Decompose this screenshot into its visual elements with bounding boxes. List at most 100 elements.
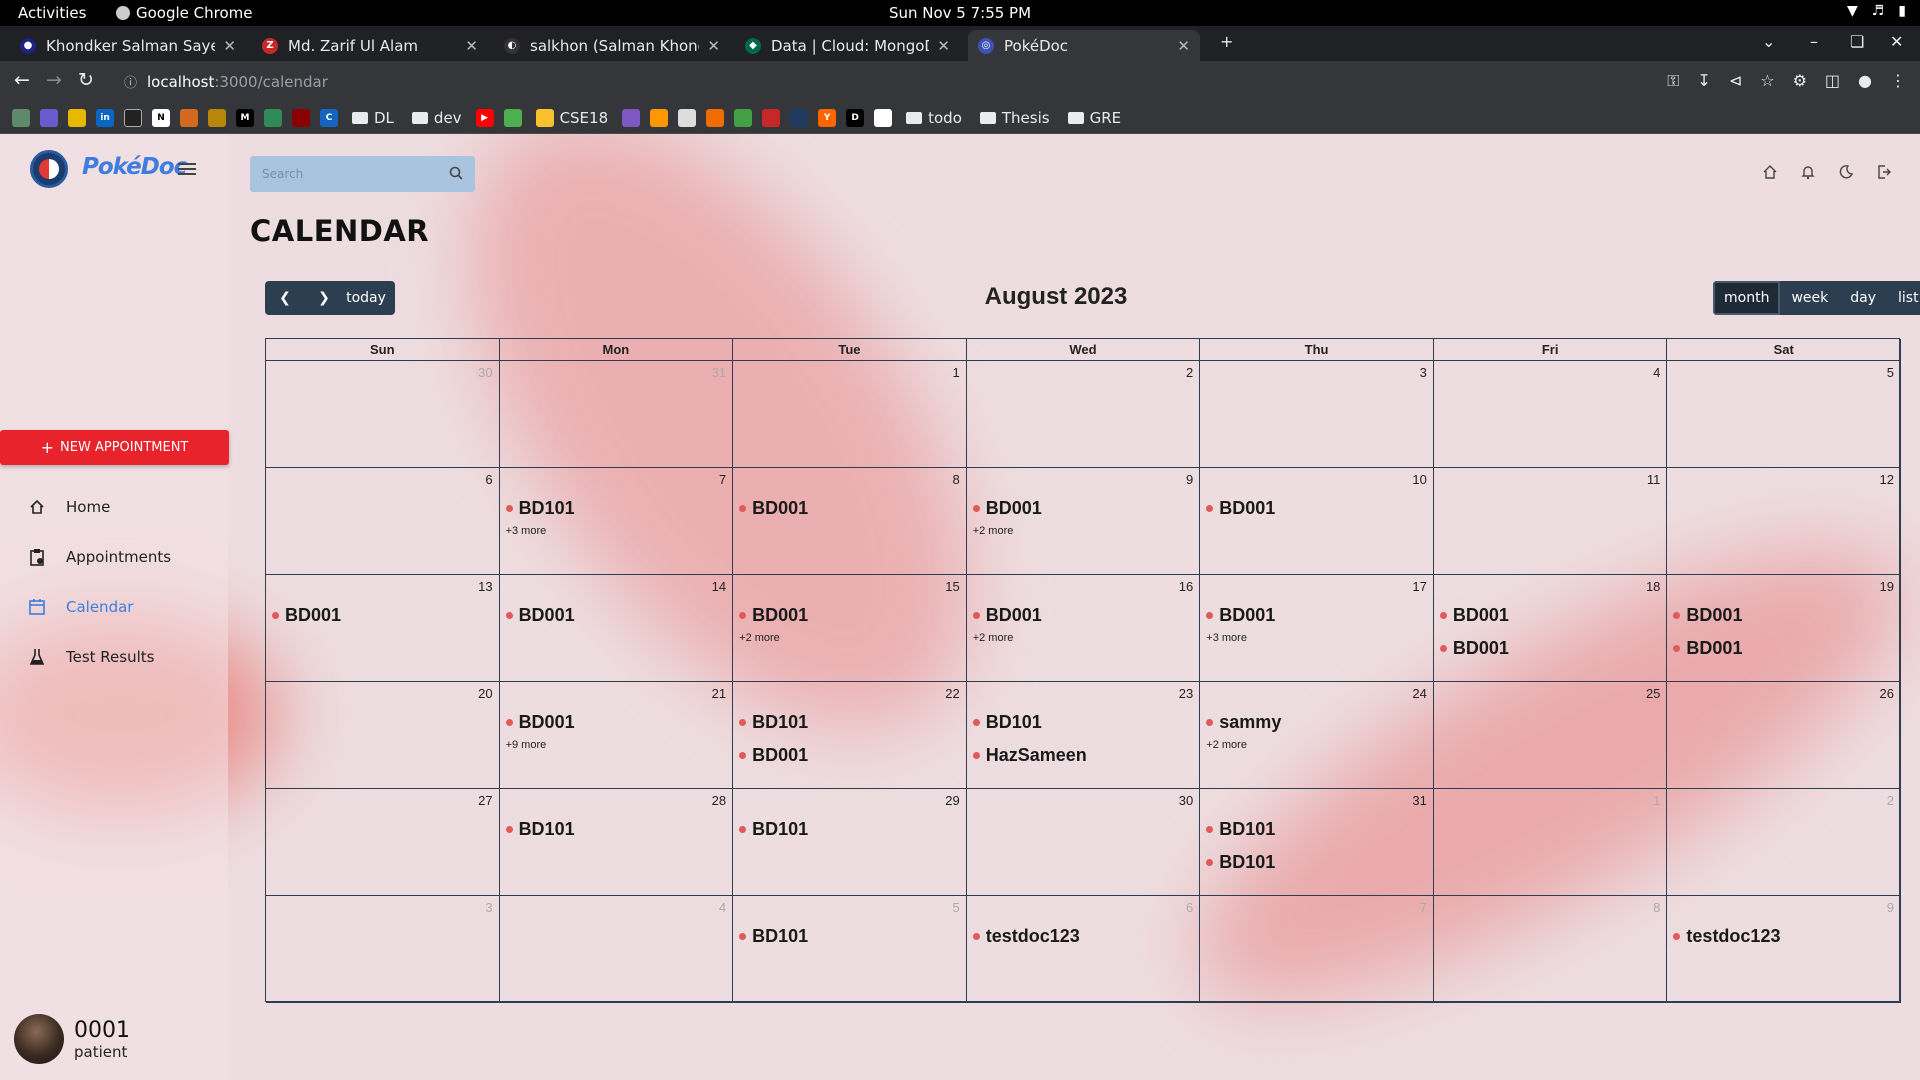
day-number[interactable]: 30 [478,365,492,380]
view-month-button[interactable]: month [1713,281,1781,315]
ycombinator-bookmark-icon[interactable]: Y [818,108,837,127]
day-cell[interactable]: 3 [1200,361,1434,468]
linkedin-bookmark-icon[interactable]: in [96,108,114,127]
day-number[interactable]: 22 [945,686,959,701]
calendar-event[interactable]: BD001 [1673,638,1742,659]
github-bookmark-icon[interactable] [124,108,142,127]
forward-button[interactable]: → [46,69,62,91]
more-events-link[interactable]: +2 more [1206,739,1247,751]
grid-bookmark-icon[interactable] [706,108,725,127]
day-number[interactable]: 9 [1887,900,1894,915]
day-number[interactable]: 24 [1412,686,1426,701]
day-cell[interactable]: 19 BD001 BD001 [1667,575,1901,682]
day-cell[interactable]: 30 [266,361,500,468]
search-field[interactable]: Search [250,156,475,192]
day-number[interactable]: 11 [1647,472,1661,487]
cf-bookmark-icon[interactable] [292,108,310,127]
in-bookmark-icon[interactable] [650,108,669,127]
activities-button[interactable]: Activities [18,4,86,22]
day-cell[interactable]: 5 BD101 [733,896,967,1003]
new-appointment-button[interactable]: + NEW APPOINTMENT [0,430,229,465]
day-cell[interactable]: 8 BD001 [733,468,967,575]
db-bookmark-icon[interactable] [790,108,809,127]
close-window-button[interactable]: ✕ [1890,32,1903,51]
tab-close-icon[interactable]: ✕ [223,37,236,55]
calendar-event[interactable]: BD001 [1439,638,1509,659]
calendar-event[interactable]: BD001 [1206,605,1275,626]
red-bookmark-icon[interactable] [762,108,781,127]
sidebar-item-test-results[interactable]: Test Results [28,642,154,672]
calendar-event[interactable]: testdoc123 [972,926,1080,947]
sidebar-item-calendar[interactable]: Calendar [28,592,133,622]
calendar-event[interactable]: BD001 [1673,605,1742,626]
calendar-event[interactable]: BD001 [505,605,575,626]
dev-bookmark-icon[interactable]: D [846,108,865,127]
day-number[interactable]: 13 [478,579,492,594]
day-cell[interactable]: 2 [1667,789,1901,896]
day-cell[interactable]: 27 [266,789,500,896]
day-number[interactable]: 2 [1887,793,1894,808]
calendar-event[interactable]: BD101 [505,498,575,519]
new-tab-button[interactable]: + [1220,32,1233,51]
more-events-link[interactable]: +3 more [506,525,547,537]
calendar-event[interactable]: testdoc123 [1673,926,1780,947]
day-cell[interactable]: 4 [1433,361,1668,468]
day-number[interactable]: 31 [1412,793,1426,808]
logout-icon[interactable] [1876,164,1892,184]
bolt-bookmark-icon[interactable] [208,108,226,127]
day-cell[interactable]: 4 [499,896,734,1003]
day-number[interactable]: 30 [1179,793,1193,808]
calendar-event[interactable]: BD001 [972,605,1042,626]
bookmark-folder-thesis[interactable]: Thesis [979,109,1050,127]
chat-bookmark-icon[interactable] [68,108,86,127]
gg-bookmark-icon[interactable] [264,108,282,127]
calendar-event[interactable]: BD001 [1439,605,1509,626]
day-cell[interactable]: 5 [1667,361,1901,468]
browser-tab[interactable]: ◐ salkhon (Salman Khondk ✕ [494,30,730,61]
day-number[interactable]: 28 [712,793,726,808]
search-input[interactable]: Search [262,167,303,181]
stack-bookmark-icon[interactable] [622,108,641,127]
extensions-icon[interactable]: ⚙ [1793,71,1807,91]
day-cell[interactable]: 13 BD001 [266,575,500,682]
browser-tab[interactable]: Z Md. Zarif Ul Alam ✕ [252,30,488,61]
browser-tab[interactable]: ● Khondker Salman Sayeed ✕ [10,30,246,61]
day-cell[interactable]: 8 [1433,896,1668,1003]
calendar-event[interactable]: BD001 [972,498,1042,519]
day-number[interactable]: 1 [1653,793,1660,808]
side-panel-icon[interactable]: ◫ [1825,71,1840,91]
doc-bookmark-icon[interactable] [874,108,893,127]
calendar-event[interactable]: BD101 [739,712,808,733]
day-number[interactable]: 12 [1880,472,1894,487]
calendar-event[interactable]: BD001 [272,605,341,626]
bookmark-folder-gre[interactable]: GRE [1067,109,1121,127]
day-cell[interactable]: 22 BD101 BD001 [733,682,967,789]
day-cell[interactable]: 20 [266,682,500,789]
day-cell[interactable]: 26 [1667,682,1901,789]
more-events-link[interactable]: +2 more [973,525,1014,537]
calendar-event[interactable]: BD001 [1206,498,1275,519]
view-day-button[interactable]: day [1839,281,1887,315]
day-cell[interactable]: 7 BD101 +3 more [499,468,734,575]
day-number[interactable]: 4 [1653,365,1660,380]
day-cell[interactable]: 23 BD101 HazSameen [966,682,1201,789]
sidebar-item-home[interactable]: Home [28,492,110,522]
day-cell[interactable]: 30 [966,789,1201,896]
day-cell[interactable]: 9 testdoc123 [1667,896,1901,1003]
day-number[interactable]: 21 [712,686,726,701]
day-cell[interactable]: 21 BD001 +9 more [499,682,734,789]
more-events-link[interactable]: +9 more [506,739,547,751]
day-number[interactable]: 29 [945,793,959,808]
day-number[interactable]: 27 [478,793,492,808]
day-number[interactable]: 25 [1646,686,1660,701]
home-icon[interactable] [1762,164,1778,184]
calendar-event[interactable]: BD101 [972,712,1042,733]
tab-close-icon[interactable]: ✕ [465,37,478,55]
address-field[interactable]: ⓘ localhost:3000/calendar [112,66,1612,97]
view-week-button[interactable]: week [1780,281,1839,315]
day-cell[interactable]: 9 BD001 +2 more [966,468,1201,575]
day-number[interactable]: 23 [1179,686,1193,701]
calendar-event[interactable]: HazSameen [972,745,1087,766]
day-number[interactable]: 7 [1420,900,1427,915]
day-number[interactable]: 3 [1420,365,1427,380]
